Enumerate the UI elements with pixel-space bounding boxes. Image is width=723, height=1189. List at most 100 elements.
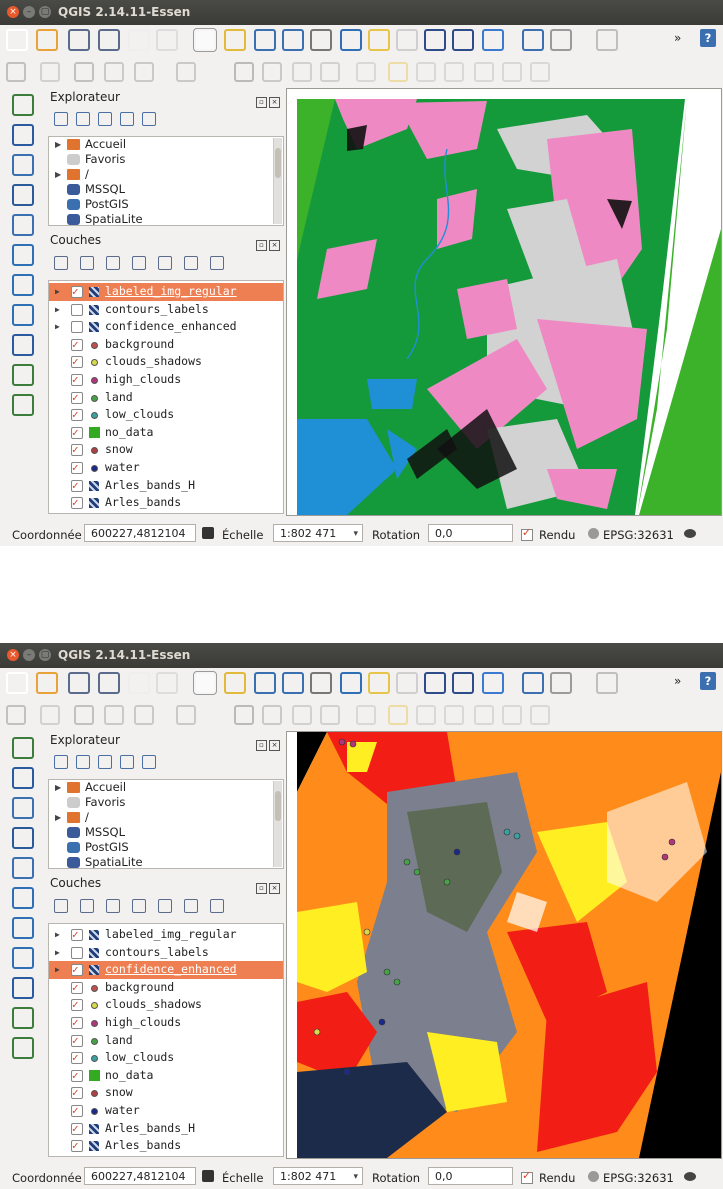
pan-icon[interactable]: [193, 671, 217, 695]
browser-scrollbar[interactable]: [273, 138, 282, 224]
label-move-icon[interactable]: [474, 62, 494, 82]
layer-visibility-checkbox[interactable]: [71, 1120, 83, 1137]
new-shapefile-icon[interactable]: [12, 364, 34, 386]
save-as-icon[interactable]: [98, 672, 120, 694]
move-feature-icon[interactable]: [134, 62, 154, 82]
layer-row[interactable]: ▶ labeled_img_regular: [49, 926, 283, 944]
zoom-next-icon[interactable]: [452, 29, 474, 51]
browser-item[interactable]: MSSQL: [49, 825, 283, 840]
crs-icon[interactable]: [588, 1171, 599, 1182]
crs-label[interactable]: EPSG:32631: [603, 1171, 674, 1185]
zoom-full-icon[interactable]: [340, 29, 362, 51]
zoom-in-icon[interactable]: [254, 672, 276, 694]
layer-visibility-checkbox[interactable]: [71, 961, 83, 979]
move-feature-icon[interactable]: [134, 705, 154, 725]
layer-visibility-checkbox[interactable]: [71, 946, 83, 959]
layer-visibility-checkbox[interactable]: [71, 336, 83, 353]
expand-arrow-icon[interactable]: ▶: [55, 167, 61, 182]
measure-icon[interactable]: [550, 29, 572, 51]
expand-arrow-icon[interactable]: ▶: [55, 810, 61, 825]
layer-row[interactable]: low_clouds: [49, 1049, 283, 1067]
refresh-browser-icon[interactable]: [76, 755, 90, 769]
identify-icon[interactable]: [522, 672, 544, 694]
label-change-icon[interactable]: [530, 705, 550, 725]
edit-pencil-icon[interactable]: [40, 705, 60, 725]
select-icon[interactable]: [596, 672, 618, 694]
collapse-all-icon[interactable]: [120, 112, 134, 126]
zoom-layer-icon[interactable]: [396, 672, 418, 694]
expand-all-icon[interactable]: [158, 256, 172, 270]
browser-item[interactable]: PostGIS: [49, 840, 283, 855]
cut-icon[interactable]: [262, 62, 282, 82]
layer-visibility-checkbox[interactable]: [71, 303, 83, 316]
label-rotate-icon[interactable]: [502, 62, 522, 82]
layer-visibility-checkbox[interactable]: [71, 996, 83, 1014]
map-canvas[interactable]: [286, 88, 722, 516]
layer-row[interactable]: land: [49, 1032, 283, 1049]
copy-icon[interactable]: [292, 705, 312, 725]
new-project-icon[interactable]: [6, 29, 28, 51]
delete-icon[interactable]: [234, 62, 254, 82]
coordinate-field[interactable]: 600227,4812104: [84, 1167, 196, 1185]
scroll-thumb[interactable]: [275, 791, 281, 821]
add-wcs-layer-icon[interactable]: [12, 917, 34, 939]
add-wms-layer-icon[interactable]: [12, 887, 34, 909]
filter-icon[interactable]: [98, 112, 112, 126]
layer-row[interactable]: Arles_bands: [49, 1137, 283, 1155]
layer-row[interactable]: low_clouds: [49, 406, 283, 424]
layer-row[interactable]: ▶ confidence_enhanced: [49, 961, 283, 979]
properties-icon[interactable]: [142, 755, 156, 769]
layer-row[interactable]: water: [49, 459, 283, 477]
zoom-native-icon[interactable]: [310, 672, 332, 694]
layer-visibility-checkbox[interactable]: [71, 1049, 83, 1067]
layer-row[interactable]: snow: [49, 1084, 283, 1102]
layer-visibility-checkbox[interactable]: [71, 477, 83, 494]
layer-row[interactable]: Arles_bands: [49, 494, 283, 512]
maximize-window-button[interactable]: ▢: [39, 6, 51, 18]
add-raster-layer-icon[interactable]: [12, 124, 34, 146]
collapse-all-icon[interactable]: [184, 256, 198, 270]
expand-arrow-icon[interactable]: ▶: [55, 137, 61, 152]
zoom-last-icon[interactable]: [424, 672, 446, 694]
add-raster-layer-icon[interactable]: [12, 767, 34, 789]
digitize-icon[interactable]: [6, 705, 26, 725]
layer-visibility-checkbox[interactable]: [71, 1084, 83, 1102]
layer-visibility-checkbox[interactable]: [71, 283, 83, 301]
save-project-icon[interactable]: [68, 672, 90, 694]
zoom-next-icon[interactable]: [452, 672, 474, 694]
new-print-composer-icon[interactable]: [128, 29, 150, 51]
browser-item[interactable]: SpatiaLite: [49, 855, 283, 868]
copy-icon[interactable]: [292, 62, 312, 82]
save-as-icon[interactable]: [98, 29, 120, 51]
filter-legend-icon[interactable]: [106, 256, 120, 270]
browser-item[interactable]: PostGIS: [49, 197, 283, 212]
zoom-native-icon[interactable]: [310, 29, 332, 51]
manage-visibility-icon[interactable]: [80, 899, 94, 913]
close-window-button[interactable]: ×: [7, 6, 19, 18]
properties-icon[interactable]: [142, 112, 156, 126]
layer-visibility-checkbox[interactable]: [71, 371, 83, 389]
measure-icon[interactable]: [550, 672, 572, 694]
scale-combobox[interactable]: 1:802 471: [273, 1167, 363, 1186]
open-project-icon[interactable]: [36, 29, 58, 51]
remove-layer-icon[interactable]: [210, 899, 224, 913]
mouse-icon[interactable]: [202, 527, 214, 539]
crs-label[interactable]: EPSG:32631: [603, 528, 674, 542]
layer-row[interactable]: background: [49, 336, 283, 353]
add-selected-icon[interactable]: [54, 112, 68, 126]
collapse-all-icon[interactable]: [120, 755, 134, 769]
zoom-layer-icon[interactable]: [396, 29, 418, 51]
browser-item[interactable]: SpatiaLite: [49, 212, 283, 225]
label-move-icon[interactable]: [474, 705, 494, 725]
zoom-out-icon[interactable]: [282, 672, 304, 694]
refresh-icon[interactable]: [482, 672, 504, 694]
pan-icon[interactable]: [193, 28, 217, 52]
layer-row[interactable]: background: [49, 979, 283, 996]
scale-combobox[interactable]: 1:802 471: [273, 524, 363, 543]
layer-row[interactable]: clouds_shadows: [49, 996, 283, 1014]
add-vector-layer-icon[interactable]: [12, 94, 34, 116]
layer-visibility-checkbox[interactable]: [71, 389, 83, 406]
scroll-thumb[interactable]: [275, 148, 281, 178]
save-edits-icon[interactable]: [74, 705, 94, 725]
filter-expression-icon[interactable]: [132, 256, 146, 270]
